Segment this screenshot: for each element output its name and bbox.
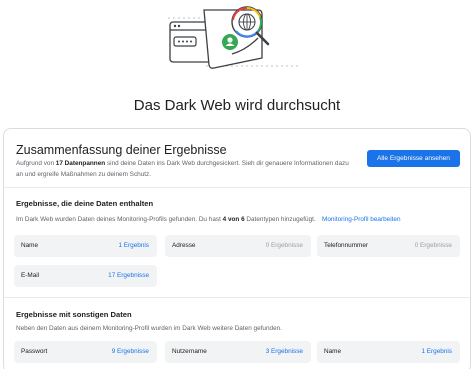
result-tile-email[interactable]: E-Mail 17 Ergebnisse [14,265,157,287]
result-tile-password[interactable]: Passwort 9 Ergebnisse [14,341,157,363]
tile-count: 9 Ergebnisse [111,348,149,355]
profile-results-title: Ergebnisse, die deine Daten enthalten [16,199,154,208]
summary-desc-prefix: Aufgrund von [16,160,56,167]
result-tile-phone: Telefonnummer 0 Ergebnisse [317,235,460,257]
other-results-description: Neben den Daten aus deinem Monitoring-Pr… [16,325,282,332]
profile-results-description: Im Dark Web wurden Daten deines Monitori… [16,216,316,223]
result-tile-username[interactable]: Nutzername 3 Ergebnisse [165,341,311,363]
globe-icon [238,13,256,31]
tile-count: 0 Ergebnisse [414,242,452,249]
page-title: Das Dark Web wird durchsucht [133,97,341,114]
divider [4,297,470,298]
tile-count: 1 Ergebnis [118,242,149,249]
result-tile-address: Adresse 0 Ergebnisse [165,235,311,257]
tile-label: Name [21,242,39,249]
dark-web-scan-illustration [0,0,474,80]
profile-desc-suffix: Datentypen hinzugefügt. [244,216,316,223]
password-field-icon [173,36,197,47]
tile-label: Nutzername [172,348,207,355]
summary-description: Aufgrund von 17 Datenpannen sind deine D… [16,158,356,180]
tile-label: Passwort [21,348,48,355]
tile-label: Adresse [172,242,196,249]
profile-desc-prefix: Im Dark Web wurden Daten deines Monitori… [16,216,223,223]
edit-monitoring-profile-link[interactable]: Monitoring-Profil bearbeiten [322,216,401,223]
other-results-title: Ergebnisse mit sonstigen Daten [16,310,132,319]
results-card: Zusammenfassung deiner Ergebnisse Aufgru… [3,128,471,369]
result-tile-other-name[interactable]: Name 1 Ergebnis [317,341,460,363]
divider [4,187,470,188]
view-all-results-button[interactable]: Alle Ergebnisse ansehen [367,150,460,167]
tile-count: 0 Ergebnisse [265,242,303,249]
tile-count: 17 Ergebnisse [108,272,149,279]
breach-count: 17 Datenpannen [55,160,106,167]
tile-label: Name [324,348,342,355]
datatype-count: 4 von 6 [222,216,245,223]
result-tile-name[interactable]: Name 1 Ergebnis [14,235,157,257]
tile-label: Telefonnummer [324,242,369,249]
tile-label: E-Mail [21,272,40,279]
tile-count: 3 Ergebnisse [265,348,303,355]
tile-count: 1 Ergebnis [421,348,452,355]
summary-title: Zusammenfassung deiner Ergebnisse [16,143,227,157]
